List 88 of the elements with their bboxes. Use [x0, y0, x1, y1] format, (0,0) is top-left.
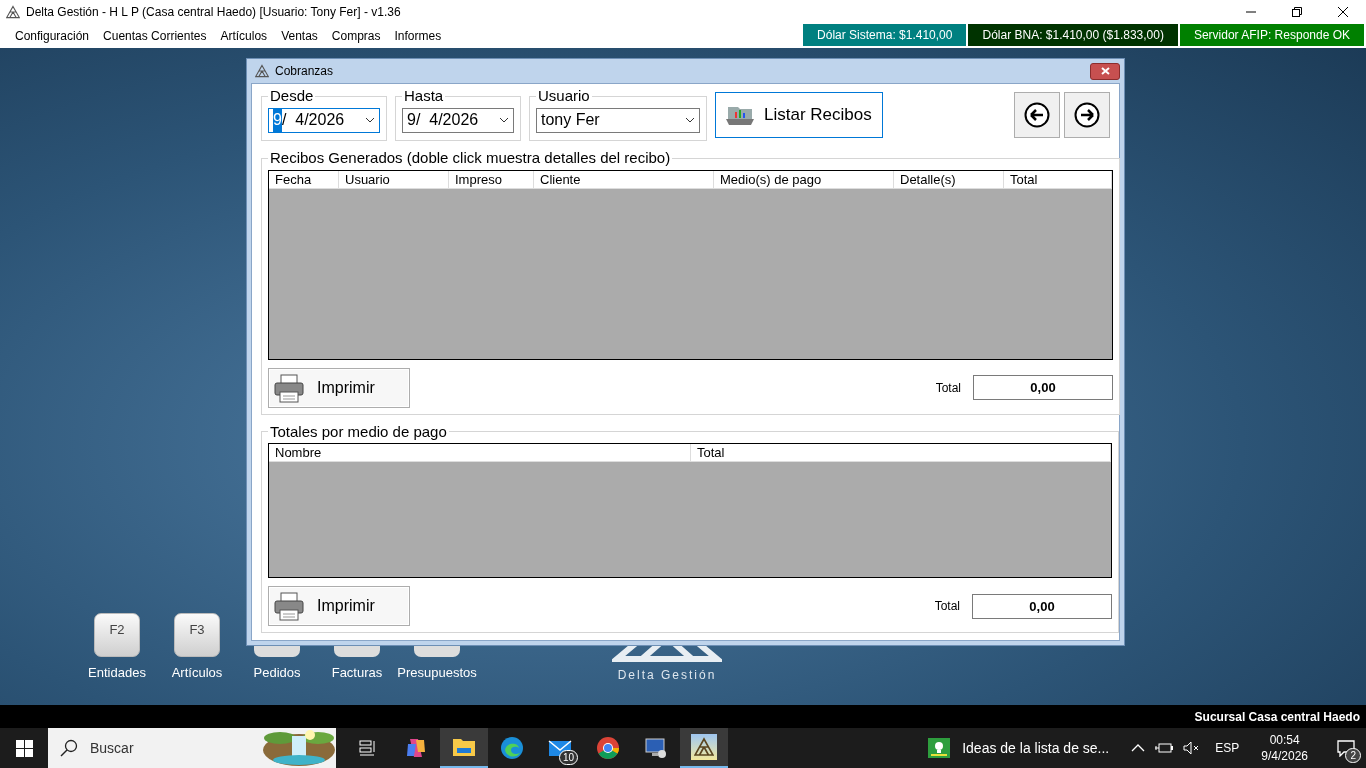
keyboard-key: F3 [174, 613, 220, 657]
date-rest: / 4/2026 [415, 110, 479, 130]
app-icon[interactable] [691, 734, 717, 760]
status-badge: Dólar Sistema: $1.410,00 [803, 24, 967, 46]
search-icon [60, 739, 78, 757]
total-label: Total [934, 598, 960, 615]
close-icon [1100, 67, 1110, 75]
column-header[interactable]: Impreso [449, 170, 534, 188]
branch-label: Sucursal Casa central Haedo [1194, 708, 1360, 726]
printer-icon [273, 590, 305, 622]
monitor-icon[interactable] [644, 736, 668, 760]
clock-time: 00:54 [1269, 732, 1300, 748]
sparkle-app-icon[interactable] [404, 736, 428, 760]
column-header[interactable]: Fecha [269, 170, 339, 188]
notification-button[interactable]: 2 [1326, 728, 1366, 768]
shortcut-label[interactable]: Artículos [171, 663, 223, 683]
close-icon [1338, 7, 1348, 17]
menu-item[interactable]: Informes [387, 27, 449, 45]
menu-item[interactable]: Configuración [8, 27, 97, 45]
column-header[interactable]: Total [691, 444, 1111, 461]
language-indicator[interactable]: ESP [1211, 739, 1244, 757]
window-title: Delta Gestión - H L P (Casa central Haedo) [Usuario: Tony Fer] - v1.36 [26, 4, 401, 21]
triangle-logo-icon [694, 737, 714, 757]
task-view-icon[interactable] [358, 738, 378, 758]
clock-date: 9/4/2026 [1261, 748, 1308, 764]
total-field: 0,00 [973, 375, 1113, 400]
minimize-icon [1246, 11, 1256, 13]
column-header[interactable]: Medio(s) de pago [714, 170, 894, 188]
count-badge: 2 [1345, 748, 1361, 763]
date-day: 9 [407, 108, 416, 132]
chevron-up-icon[interactable] [1131, 744, 1146, 752]
shortcut-label[interactable]: Pedidos [253, 663, 301, 683]
shortcut-label[interactable]: Entidades [88, 663, 146, 683]
taskbar-app[interactable]: 10 [536, 728, 584, 768]
status-badge: Servidor AFIP: Responde OK [1179, 24, 1364, 46]
user-dropdown[interactable]: tony Fer [536, 107, 700, 133]
status-badge: Dólar BNA: $1.410,00 ($1.833,00) [968, 24, 1178, 46]
field-label: Usuario [537, 86, 591, 106]
message-icon [1337, 739, 1355, 757]
logo-icon [255, 64, 269, 78]
lightbulb-icon [928, 738, 951, 758]
field-label: Desde [269, 86, 315, 106]
date-day: 9 [273, 108, 282, 132]
print-button[interactable]: Imprimir [268, 367, 410, 408]
shortcut-label[interactable]: Presupuestos [397, 663, 477, 683]
previous-button[interactable] [1014, 92, 1060, 138]
logo-icon [6, 5, 20, 19]
column-header[interactable]: Detalle(s) [894, 170, 1004, 188]
clock[interactable]: 00:54 9/4/2026 [1253, 732, 1316, 764]
column-header[interactable]: Total [1004, 170, 1112, 188]
column-header[interactable]: Cliente [534, 170, 714, 188]
column-header[interactable]: Usuario [339, 170, 449, 188]
total-label: Total [935, 379, 961, 397]
menu-item[interactable]: Compras [324, 27, 388, 45]
browser-circle-icon[interactable] [596, 736, 620, 760]
count-badge: 10 [558, 750, 578, 765]
date-field[interactable]: 9/ 4/2026 [402, 107, 514, 133]
folder-icon[interactable] [452, 736, 476, 758]
field-label: Hasta [403, 86, 445, 106]
menu-item[interactable]: Ventas [274, 27, 325, 45]
logo-text: Delta Gestión [617, 667, 717, 684]
taskbar-app[interactable] [440, 728, 488, 768]
column-header[interactable]: Nombre [269, 444, 691, 461]
keyboard-key: F2 [94, 613, 140, 657]
restore-icon [1292, 7, 1302, 17]
caret-icon [499, 117, 509, 123]
printer-icon [273, 371, 305, 404]
group-title: Recibos Generados (doble click muestra detalles del recibo) [269, 148, 672, 168]
date-field[interactable]: 9/ 4/2026 [268, 107, 380, 133]
shortcut-label[interactable]: Facturas [331, 663, 383, 683]
browser-wave-icon[interactable] [500, 736, 524, 760]
widget-button[interactable]: Ideas de la lista de se... [928, 737, 1122, 759]
next-button[interactable] [1064, 92, 1110, 138]
taskbar-app[interactable] [680, 728, 728, 768]
total-field: 0,00 [972, 593, 1112, 619]
close-button[interactable] [1090, 62, 1120, 80]
list-receipts-button[interactable]: Listar Recibos [715, 92, 883, 138]
caret-icon [365, 117, 375, 123]
windows-logo-icon [15, 739, 33, 757]
dialog-title: Cobranzas [275, 63, 334, 80]
caret-icon [685, 117, 695, 123]
battery-plug-icon[interactable] [1155, 742, 1174, 754]
print-button[interactable]: Imprimir [268, 586, 410, 626]
group-title: Totales por medio de pago [269, 421, 448, 442]
search-field[interactable]: Buscar [48, 728, 336, 768]
menu-item[interactable]: Cuentas Corrientes [96, 27, 214, 45]
date-rest: / 4/2026 [281, 110, 345, 130]
menu-item[interactable]: Artículos [213, 27, 275, 45]
